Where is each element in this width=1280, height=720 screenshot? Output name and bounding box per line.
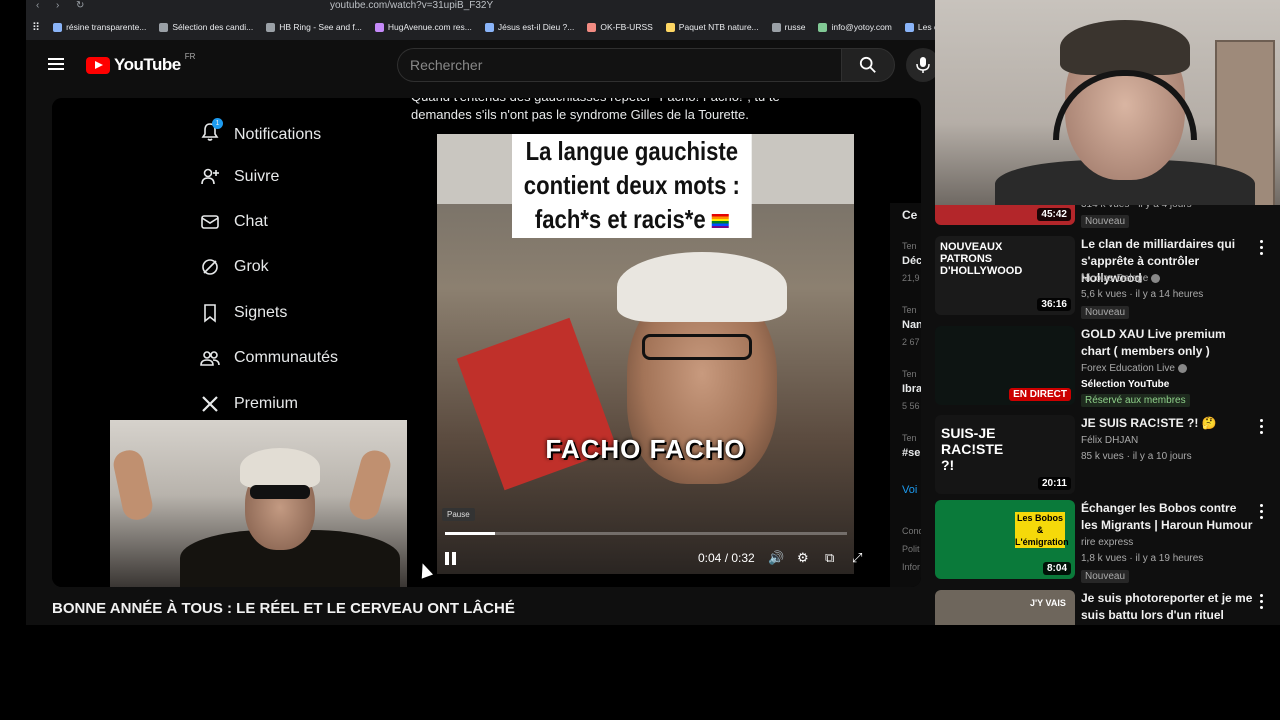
- streamer-webcam: [935, 0, 1280, 205]
- bookmark-item[interactable]: HB Ring - See and f...: [266, 22, 362, 32]
- pause-button[interactable]: [445, 551, 457, 565]
- volume-icon[interactable]: 🔊: [768, 550, 784, 566]
- x-nav-premium: Premium: [200, 394, 298, 414]
- youtube-logo[interactable]: YouTube FR: [86, 52, 195, 75]
- more-options-icon[interactable]: [1260, 419, 1264, 437]
- embedded-clip-video: La langue gauchiste contient deux mots :…: [437, 134, 854, 574]
- forward-icon[interactable]: ›: [56, 0, 59, 11]
- popout-icon[interactable]: ⧉: [825, 550, 834, 566]
- x-nav-bookmarks: Signets: [200, 303, 287, 323]
- bookmark-item[interactable]: résine transparente...: [53, 22, 146, 32]
- video-player[interactable]: 1 Notifications Suivre Chat Grok Signets: [52, 98, 921, 587]
- recommendation-item[interactable]: SUIS-JE RAC!STE ?! 20:11 JE SUIS RAC!STE…: [935, 415, 1280, 503]
- fullscreen-icon[interactable]: ⤢: [852, 550, 862, 566]
- x-nav-follow: Suivre: [200, 167, 279, 187]
- verified-icon: [1177, 363, 1187, 373]
- settings-icon[interactable]: ⚙: [797, 550, 809, 566]
- grok-icon: [202, 259, 218, 275]
- video-thumbnail[interactable]: SUIS-JE RAC!STE ?! 20:11: [935, 415, 1075, 494]
- x-nav-communities: Communautés: [200, 348, 338, 368]
- recommendation-item[interactable]: J'Y VAIS Je suis photoreporter et je me …: [935, 590, 1280, 625]
- verified-icon: [1151, 273, 1161, 283]
- video-thumbnail[interactable]: NOUVEAUX PATRONS D'HOLLYWOOD 36:16: [935, 236, 1075, 315]
- bookmark-item[interactable]: info@yotoy.com: [818, 22, 892, 32]
- more-options-icon[interactable]: [1260, 504, 1264, 522]
- people-icon: [200, 351, 220, 366]
- voice-search-button[interactable]: [906, 48, 935, 82]
- bookmark-item[interactable]: Sélection des candi...: [159, 22, 253, 32]
- bookmark-item[interactable]: Paquet NTB nature...: [665, 22, 759, 32]
- search-input[interactable]: Rechercher: [397, 48, 843, 82]
- bell-icon: 1: [200, 118, 223, 147]
- more-options-icon[interactable]: [1260, 594, 1264, 612]
- rainbow-flag-icon: [711, 214, 729, 229]
- clip-overlay-text: FACHO FACHO: [545, 434, 746, 464]
- mic-icon: [916, 57, 930, 73]
- apps-icon[interactable]: ⠿: [32, 21, 40, 34]
- bookmark-folder[interactable]: russe: [771, 22, 805, 32]
- video-thumbnail[interactable]: J'Y VAIS: [935, 590, 1075, 625]
- x-nav-notifications: 1 Notifications: [200, 118, 321, 147]
- browser-tabbar: ‹ › ↻ youtube.com/watch?v=31upiB_F32Y: [26, 0, 935, 14]
- clip-caption: La langue gauchiste contient deux mots :…: [512, 134, 752, 238]
- search-icon: [859, 56, 876, 73]
- recommendation-item[interactable]: NOUVEAUX PATRONS D'HOLLYWOOD 36:16 Le cl…: [935, 236, 1280, 324]
- bookmark-icon: [204, 304, 216, 323]
- browser-window: ‹ › ↻ youtube.com/watch?v=31upiB_F32Y ⠿ …: [26, 0, 935, 625]
- player-controls: 0:04 / 0:32 🔊 ⚙ ⧉ ⤢: [445, 548, 877, 568]
- bookmarks-bar: ⠿ résine transparente... Sélection des c…: [26, 14, 935, 40]
- bookmark-item[interactable]: Jésus est-il Dieu ?...: [484, 22, 574, 32]
- bookmark-item[interactable]: HugAvenue.com res...: [374, 22, 472, 32]
- progress-bar[interactable]: [445, 532, 847, 535]
- back-icon[interactable]: ‹: [36, 0, 39, 11]
- address-bar[interactable]: youtube.com/watch?v=31upiB_F32Y: [330, 0, 493, 11]
- x-icon: [202, 396, 218, 412]
- follow-icon: [201, 168, 219, 185]
- more-options-icon[interactable]: [1260, 240, 1264, 258]
- webcam-overlay-video: [110, 420, 407, 587]
- video-thumbnail[interactable]: EN DIRECT: [935, 326, 1075, 405]
- recommendation-item[interactable]: Les Bobos & L'émigration 8:04 Échanger l…: [935, 500, 1280, 588]
- video-title: BONNE ANNÉE À TOUS : LE RÉEL ET LE CERVE…: [52, 600, 515, 617]
- search-button[interactable]: [841, 48, 895, 82]
- reload-icon[interactable]: ↻: [76, 0, 84, 11]
- x-nav-grok: Grok: [200, 257, 269, 277]
- youtube-play-icon: [86, 56, 110, 74]
- progress-fill: [445, 532, 496, 535]
- tweet-text: Quand t'entends des gauchiasses répéter …: [411, 98, 780, 122]
- notification-badge: 1: [212, 118, 223, 129]
- bookmark-item[interactable]: OK-FB-URSS: [587, 22, 653, 32]
- menu-icon[interactable]: [48, 58, 64, 70]
- video-thumbnail[interactable]: Les Bobos & L'émigration 8:04: [935, 500, 1075, 579]
- x-nav-chat: Chat: [200, 212, 268, 232]
- recommendation-item[interactable]: EN DIRECT GOLD XAU Live premium chart ( …: [935, 326, 1280, 414]
- bookmark-item[interactable]: Les concou: [904, 22, 935, 32]
- pause-tooltip: Pause: [442, 508, 475, 521]
- x-sidebar-panel: 1 Notifications Suivre Chat Grok Signets: [52, 98, 411, 587]
- x-trends-strip: Ce Ten Déc 21,9 Ten Nan 2 67 Ten Ibra 5 …: [890, 203, 921, 587]
- time-display: 0:04 / 0:32: [698, 551, 755, 565]
- mail-icon: [201, 215, 219, 229]
- youtube-header: YouTube FR Rechercher: [26, 40, 935, 90]
